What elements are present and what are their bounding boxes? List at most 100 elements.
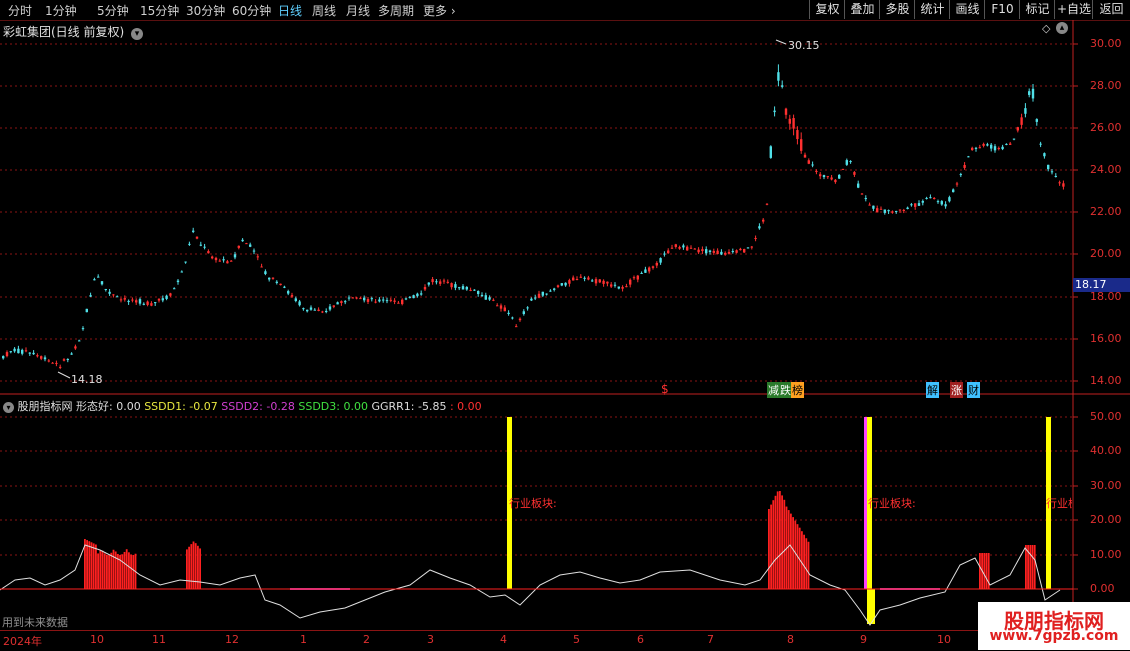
candle-body [610, 284, 613, 287]
candle-body [214, 257, 218, 261]
candle-body [393, 300, 396, 302]
event-marker-unlock[interactable]: 解 [926, 382, 939, 398]
candle-body [917, 203, 921, 206]
candle-body [674, 244, 677, 247]
candle-body [51, 362, 54, 364]
candle-body [522, 311, 525, 315]
candle-body [1050, 171, 1054, 173]
watermark: 股朋指标网 www.7gpzb.com [978, 602, 1130, 650]
sector-annotation: 行业板 [1046, 497, 1072, 510]
candle-body [199, 244, 202, 246]
candle-body [195, 236, 199, 239]
candle-body [682, 245, 685, 248]
candle-body [644, 269, 647, 273]
candle-body [123, 298, 126, 300]
candle-body [454, 284, 457, 288]
grid-lines [0, 20, 1130, 630]
candle-body [971, 147, 974, 151]
candle-body [252, 250, 256, 252]
histogram-bar [774, 495, 777, 589]
price-tick: 14.00 [1090, 374, 1122, 387]
event-marker-dollar[interactable]: $ [661, 382, 669, 396]
time-tick: 1 [300, 633, 307, 646]
candlestick-chart [0, 20, 1130, 630]
candle-body [518, 318, 522, 321]
histogram-bar [770, 504, 772, 589]
event-marker-rank[interactable]: 榜 [791, 382, 804, 398]
candle-body [431, 279, 434, 283]
candle-body [271, 277, 275, 279]
candle-body [724, 252, 727, 255]
candle-body [192, 230, 195, 232]
candle-body [1058, 182, 1061, 184]
candle-body [370, 298, 373, 300]
histogram-bar [1031, 545, 1034, 589]
candle-body [568, 280, 571, 284]
chevron-up-icon[interactable]: ▴ [1056, 22, 1068, 34]
candle-body [385, 300, 389, 302]
time-tick: 12 [225, 633, 239, 646]
candle-body [712, 250, 715, 253]
candle-body [1043, 153, 1046, 157]
candle-body [180, 271, 183, 273]
candle-body [119, 299, 123, 301]
candle-body [59, 366, 62, 368]
chevron-down-icon[interactable]: ▾ [3, 402, 14, 413]
candle-body [868, 204, 871, 206]
histogram-bar [86, 540, 88, 589]
candle-body [697, 249, 700, 253]
candle-body [416, 293, 419, 297]
candle-body [906, 207, 909, 209]
candle-body [2, 356, 5, 359]
indicator-tick: 20.00 [1090, 513, 1122, 526]
indicator-tick: 30.00 [1090, 479, 1122, 492]
candle-body [188, 243, 191, 245]
candle-body [625, 286, 628, 288]
candle-body [602, 280, 605, 284]
candle-body [344, 301, 347, 303]
candle-body [978, 147, 981, 149]
candle-body [921, 200, 924, 203]
candle-body [853, 172, 856, 175]
price-tick: 24.00 [1090, 163, 1122, 176]
candle-body [465, 286, 468, 290]
candle-body [78, 340, 81, 342]
candle-body [883, 209, 886, 213]
candle-body [85, 308, 88, 313]
candle-body [439, 281, 442, 284]
candle-body [203, 246, 206, 248]
candle-body [716, 250, 719, 255]
candle-body [1062, 183, 1065, 187]
main-chart-header: 彩虹集团(日线 前复权) ▾ [3, 23, 144, 40]
candle-body [955, 183, 959, 185]
candle-body [826, 176, 829, 178]
histogram-bar [186, 549, 188, 589]
candle-body [530, 298, 533, 301]
candle-body [138, 299, 142, 304]
histogram-bar [787, 510, 790, 589]
indicator-field: 形态好: 0.00 [76, 400, 141, 413]
histogram-bar [1029, 545, 1032, 589]
candle-body [591, 280, 594, 282]
candle-body [127, 300, 130, 303]
candle-body [693, 248, 696, 250]
price-tick: 26.00 [1090, 121, 1122, 134]
diamond-icon[interactable]: ◇ [1042, 22, 1050, 35]
candle-body [629, 279, 632, 285]
event-marker-finance[interactable]: 财 [967, 382, 980, 398]
candle-body [659, 258, 662, 263]
event-marker-rise[interactable]: 涨 [950, 382, 963, 398]
candle-body [648, 267, 651, 272]
candle-body [967, 156, 970, 158]
candle-body [849, 161, 852, 163]
candle-body [302, 308, 305, 310]
candle-body [309, 307, 313, 310]
candle-body [689, 247, 693, 249]
histogram-bar [792, 517, 794, 589]
candle-body [74, 346, 77, 349]
chevron-down-icon[interactable]: ▾ [131, 28, 144, 40]
candle-body [1005, 143, 1008, 145]
candle-body [321, 311, 324, 313]
candle-body [750, 246, 753, 248]
candle-body [336, 302, 339, 305]
